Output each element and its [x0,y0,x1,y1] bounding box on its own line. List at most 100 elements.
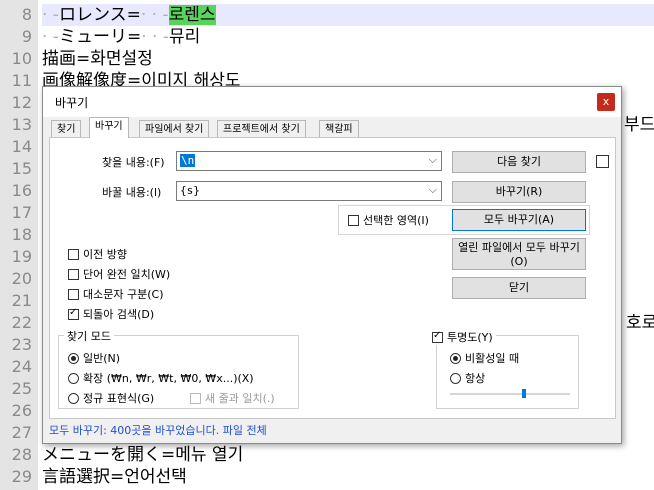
line-number: 18 [11,225,32,244]
line-number: 8 [21,5,32,24]
editor-line-10[interactable]: 描画=화면설정 [42,48,153,70]
whitespace-marker: · - [42,27,59,47]
checkbox-label: 새 줄과 일치(.) [205,392,275,405]
line-number: 20 [11,269,32,288]
tab-find-in-projects[interactable]: 프로젝트에서 찾기 [217,120,306,138]
line-number: 15 [11,159,32,178]
line-text: ロレンス= [58,5,141,25]
mode-extended-radio[interactable]: 확장 (₩n, ₩r, ₩t, ₩0, ₩x...)(X) [68,370,254,386]
replace-all-button[interactable]: 모두 바꾸기(A) [452,209,586,231]
line-number: 17 [11,203,32,222]
chevron-down-icon[interactable]: ⌵ [429,153,437,167]
line-number: 11 [11,71,32,90]
always-radio[interactable]: 항상 [450,370,485,386]
match-case-checkbox[interactable]: 대소문자 구분(C) [68,286,163,302]
radio-label: 비활성일 때 [465,352,520,365]
line-number: 21 [11,291,32,310]
replace-all-open-files-button[interactable]: 열린 파일에서 모두 바꾸기 (O) [452,238,586,270]
line-number: 19 [11,247,32,266]
radio-dot[interactable] [450,352,461,364]
wrap-around-checkbox[interactable]: 되돌아 검색(D) [68,306,154,322]
replace-label: 바꿀 내용:(l) [102,186,162,199]
radio-label: 항상 [465,372,486,385]
button-label: 열린 파일에서 모두 바꾸기 [458,241,580,254]
on-lose-focus-radio[interactable]: 비활성일 때 [450,350,519,366]
checkbox-box[interactable] [348,214,359,226]
line-number: 24 [11,357,32,376]
editor-line-28[interactable]: メニューを開く=메뉴 열기 [42,444,243,466]
line-number: 14 [11,137,32,156]
find-next-button[interactable]: 다음 찾기 [452,151,586,173]
checkbox-label: 되돌아 검색(D) [83,308,155,321]
line-number: 10 [11,49,32,68]
radio-dot[interactable] [68,352,79,364]
line-text: 뮤리 [168,27,201,47]
line-number: 23 [11,335,32,354]
transparency-checkbox[interactable]: 투명도(Y) [432,329,496,345]
close-button[interactable]: 닫기 [452,277,586,299]
checkbox-box[interactable] [68,268,79,280]
checkbox-label: 대소문자 구분(C) [83,288,164,301]
replace-dialog: 바꾸기 x 찾기 바꾸기 파일에서 찾기 프로젝트에서 찾기 책갈피 찾을 내용… [42,86,622,444]
radio-dot[interactable] [68,372,79,384]
line-number: 12 [11,93,32,112]
editor-line-9[interactable]: · -ミューリ=· · -뮤리 [42,26,200,48]
find-label: 찾을 내용:(F) [102,156,165,169]
checkbox-label: 선택한 영역(I) [363,214,429,227]
line-fragment: 호로 [626,313,654,333]
tab-bookmarks[interactable]: 책갈피 [319,120,359,138]
checkbox-box[interactable] [68,307,79,320]
line-number: 22 [11,313,32,332]
tab-replace[interactable]: 바꾸기 [89,117,129,138]
line-number: 9 [21,27,32,46]
tab-find-in-files[interactable]: 파일에서 찾기 [139,120,210,138]
line-number: 29 [11,467,32,486]
whitespace-marker: · - [42,5,59,25]
button-label: (O) [510,255,528,268]
status-bar: 모두 바꾸기: 400곳을 바꾸었습니다. 파일 전체 [43,421,621,441]
radio-label: 정규 표현식(G) [83,392,155,405]
radio-label: 확장 (₩n, ₩r, ₩t, ₩0, ₩x...)(X) [83,372,254,385]
find-value: \n [180,154,196,167]
checkbox-box[interactable] [432,330,443,343]
editor-line-8[interactable]: · -ロレンス=· · -로렌스 [42,4,654,26]
dialog-title: 바꾸기 [55,96,89,110]
dot-newline-checkbox[interactable]: 새 줄과 일치(.) [190,390,275,406]
replace-input[interactable]: {s} ⌵ [176,181,442,201]
dialog-titlebar[interactable]: 바꾸기 x [43,87,621,117]
radio-dot[interactable] [450,372,461,384]
status-text: 모두 바꾸기: 400곳을 바꾸었습니다. 파일 전체 [49,424,267,437]
radio-dot[interactable] [68,392,79,404]
replace-value: {s} [180,184,200,197]
checkbox-box[interactable] [68,248,79,260]
checkbox-label: 투명도(Y) [447,331,493,344]
search-highlight: 로렌스 [168,5,216,25]
backward-checkbox[interactable]: 이전 방향 [68,246,127,262]
whitespace-marker: · · - [140,5,169,25]
find-input[interactable]: \n ⌵ [176,151,442,171]
mode-normal-radio[interactable]: 일반(N) [68,350,120,366]
editor-line-29[interactable]: 言語選択=언어선택 [42,466,187,488]
chevron-down-icon[interactable]: ⌵ [429,183,437,197]
line-number: 16 [11,181,32,200]
whole-word-checkbox[interactable]: 단어 완전 일치(W) [68,266,170,282]
line-number: 28 [11,445,32,464]
checkbox-label: 단어 완전 일치(W) [83,268,171,281]
checkbox-box[interactable] [190,392,201,404]
radio-label: 일반(N) [83,352,121,365]
checkbox-box[interactable] [68,288,79,300]
sticky-checkbox[interactable] [596,155,609,168]
line-number: 26 [11,401,32,420]
line-text: ミューリ= [58,27,142,47]
search-mode-title: 찾기 모드 [64,328,114,344]
slider-thumb[interactable] [522,389,526,398]
replace-button[interactable]: 바꾸기(R) [452,181,586,203]
in-selection-checkbox[interactable]: 선택한 영역(I) [348,212,429,228]
close-icon[interactable]: x [597,93,615,111]
line-number: 27 [11,423,32,442]
tab-find[interactable]: 찾기 [51,120,82,138]
transparency-slider[interactable] [450,389,570,398]
line-number: 25 [11,379,32,398]
replace-panel: 찾을 내용:(F) \n ⌵ 바꿀 내용:(l) {s} ⌵ 다음 찾기 바꾸기… [49,137,616,419]
mode-regex-radio[interactable]: 정규 표현식(G) [68,390,154,406]
